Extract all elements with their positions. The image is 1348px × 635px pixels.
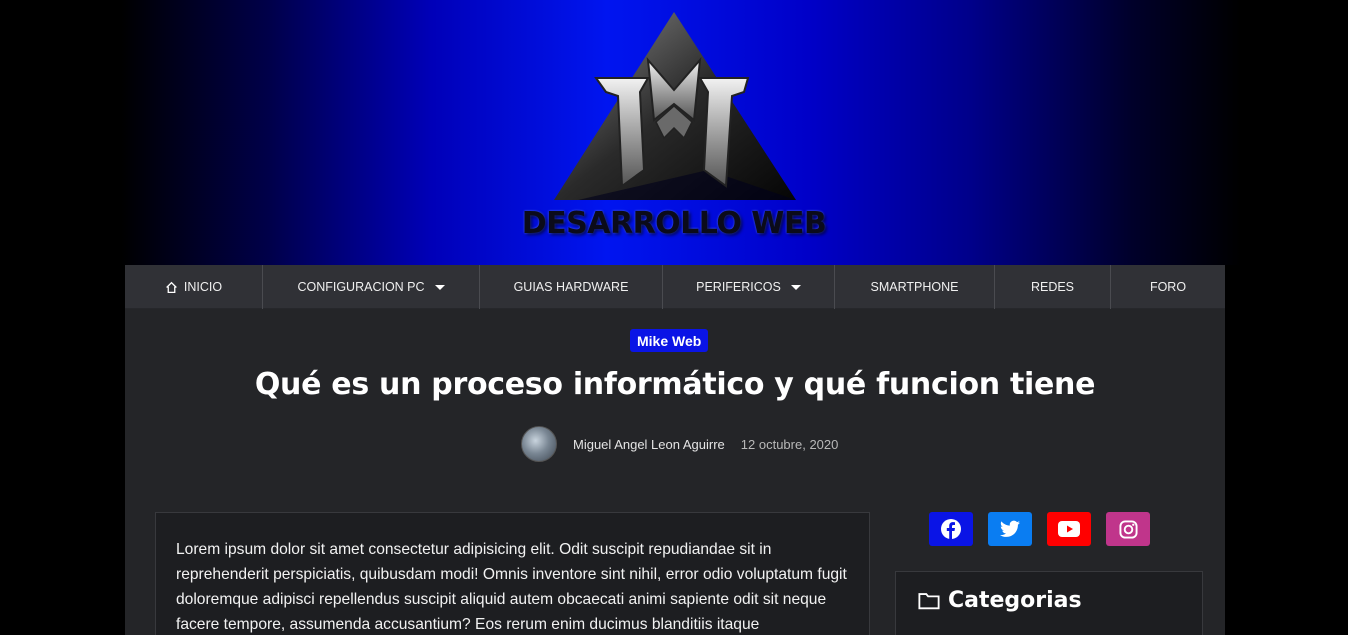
home-icon bbox=[166, 281, 177, 293]
article-paragraph: Lorem ipsum dolor sit amet consectetur a… bbox=[176, 541, 847, 633]
nav-label-perifericos: PERIFERICOS bbox=[696, 280, 781, 294]
category-badge[interactable]: Mike Web bbox=[630, 329, 709, 352]
facebook-icon bbox=[941, 519, 961, 539]
site-name[interactable]: DESARROLLO WEB bbox=[0, 206, 1348, 241]
instagram-button[interactable] bbox=[1106, 512, 1150, 546]
facebook-button[interactable] bbox=[929, 512, 973, 546]
nav-item-configuracion-pc[interactable]: CONFIGURACION PC bbox=[263, 265, 480, 309]
folder-icon bbox=[918, 593, 940, 610]
nav-item-foro[interactable]: FORO bbox=[1111, 265, 1225, 309]
social-links bbox=[929, 512, 1150, 546]
categories-title: Categorias bbox=[948, 588, 1082, 613]
article-body: Lorem ipsum dolor sit amet consectetur a… bbox=[155, 512, 870, 635]
nav-item-redes[interactable]: REDES bbox=[995, 265, 1111, 309]
post-title: Qué es un proceso informático y qué func… bbox=[254, 367, 1096, 402]
nav-label-inicio: INICIO bbox=[183, 280, 223, 294]
nav-item-inicio[interactable]: INICIO bbox=[125, 265, 263, 309]
author-name[interactable]: Miguel Angel Leon Aguirre bbox=[573, 437, 725, 452]
main-content: Mike Web Qué es un proceso informático y… bbox=[125, 309, 1225, 635]
instagram-icon bbox=[1118, 519, 1138, 539]
post-meta: Miguel Angel Leon Aguirre 12 octubre, 20… bbox=[521, 425, 838, 463]
nav-item-guias-hardware[interactable]: GUIAS HARDWARE bbox=[480, 265, 663, 309]
header-banner: DESARROLLO WEB bbox=[0, 0, 1348, 265]
nav-label-configuracion-pc: CONFIGURACION PC bbox=[297, 280, 425, 294]
avatar[interactable] bbox=[521, 426, 557, 462]
categories-heading: Categorias bbox=[918, 588, 1082, 613]
chevron-down-icon bbox=[434, 284, 445, 290]
nav-label-guias-hardware: GUIAS HARDWARE bbox=[513, 280, 629, 294]
post-date: 12 octubre, 2020 bbox=[740, 436, 839, 452]
nav-item-smartphone[interactable]: SMARTPHONE bbox=[835, 265, 995, 309]
nav-item-perifericos[interactable]: PERIFERICOS bbox=[663, 265, 835, 309]
nav-label-smartphone: SMARTPHONE bbox=[870, 280, 959, 294]
categories-widget: Categorias bbox=[895, 571, 1203, 635]
site-logo[interactable] bbox=[548, 10, 800, 200]
main-navbar: INICIO CONFIGURACION PC GUIAS HARDWARE P… bbox=[125, 265, 1225, 309]
youtube-button[interactable] bbox=[1047, 512, 1091, 546]
nav-label-redes: REDES bbox=[1030, 280, 1075, 294]
twitter-icon bbox=[1000, 520, 1020, 537]
twitter-button[interactable] bbox=[988, 512, 1032, 546]
youtube-icon bbox=[1058, 521, 1080, 537]
chevron-down-icon bbox=[790, 284, 801, 290]
nav-label-foro: FORO bbox=[1149, 280, 1187, 294]
